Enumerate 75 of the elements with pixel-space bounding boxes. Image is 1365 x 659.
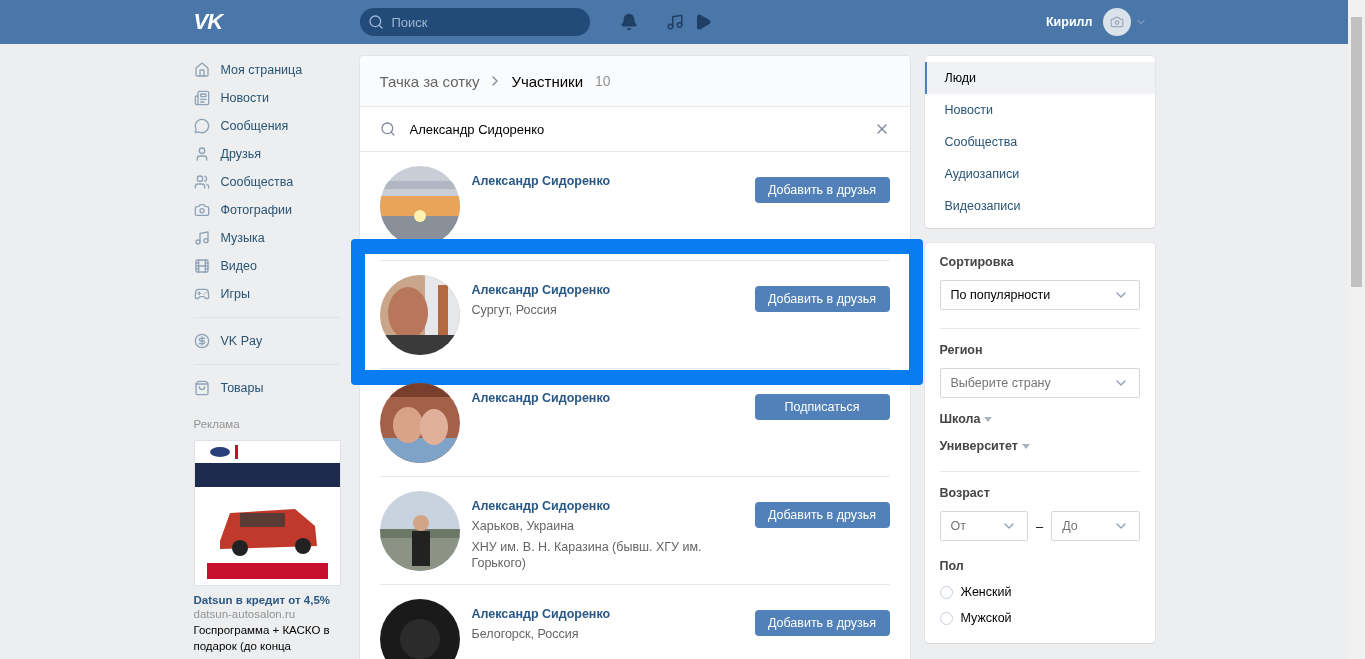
action-button[interactable]: Добавить в друзья xyxy=(754,610,890,636)
menu-item[interactable]: Видеозаписи xyxy=(924,190,1155,222)
breadcrumb-link[interactable]: Тачка за сотку xyxy=(379,72,480,90)
filter-label: Пол xyxy=(939,559,965,573)
filter-label: Сортировка xyxy=(939,255,1015,269)
person-detail: ХНУ им. В. Н. Каразина (бывш. ХГУ им. Горького) xyxy=(471,539,703,571)
nav-item[interactable]: Сообщества xyxy=(193,168,340,196)
ad-title[interactable]: Datsun в кредит от 4,5% xyxy=(193,594,340,606)
person-name[interactable]: Александр Сидоренко xyxy=(471,499,755,513)
nav-icon xyxy=(193,380,210,396)
action-button[interactable]: Добавить в друзья xyxy=(754,177,890,203)
age-from-select[interactable]: От xyxy=(939,511,1028,541)
person-name[interactable]: Александр Сидоренко xyxy=(471,283,755,297)
country-select[interactable]: Выберите страну xyxy=(939,368,1140,398)
avatar-icon[interactable] xyxy=(1102,8,1131,36)
caret-icon xyxy=(1021,443,1030,449)
nav-icon xyxy=(193,333,210,349)
bell-icon[interactable] xyxy=(619,13,638,31)
nav-icon xyxy=(193,202,210,218)
nav-item[interactable]: Видео xyxy=(193,252,340,280)
search-icon xyxy=(379,121,396,137)
person-detail: Сургут, Россия xyxy=(471,302,558,318)
nav-icon xyxy=(193,286,210,302)
logo[interactable]: VK xyxy=(193,9,360,35)
nav-item[interactable]: Друзья xyxy=(193,140,340,168)
menu-item[interactable]: Аудиозаписи xyxy=(924,158,1155,190)
search-icon xyxy=(367,14,384,30)
radio-button[interactable] xyxy=(939,585,953,599)
gender-option[interactable]: Мужской xyxy=(939,605,1140,631)
person-detail: Белогорск, Россия xyxy=(471,626,580,642)
page-title: Участники xyxy=(511,72,584,90)
person-detail: Харьков, Украина xyxy=(471,518,575,534)
action-button[interactable]: Подписаться xyxy=(754,394,890,420)
filter-label: Возраст xyxy=(939,486,991,500)
caret-icon xyxy=(984,416,993,422)
nav-icon xyxy=(193,90,210,106)
university-filter[interactable]: Университет xyxy=(939,439,1140,453)
sort-select[interactable]: По популярности xyxy=(939,280,1140,310)
nav-icon xyxy=(193,258,210,274)
person-name[interactable]: Александр Сидоренко xyxy=(471,607,755,621)
nav-item[interactable]: Фотографии xyxy=(193,196,340,224)
nav-icon xyxy=(193,118,210,134)
person-name[interactable]: Александр Сидоренко xyxy=(471,174,755,188)
music-note-icon[interactable] xyxy=(665,13,684,31)
radio-button[interactable] xyxy=(939,611,953,625)
filter-label: Регион xyxy=(939,343,984,357)
school-filter[interactable]: Школа xyxy=(939,412,1140,426)
ad-label: Реклама xyxy=(193,418,241,430)
nav-icon xyxy=(193,62,210,78)
user-name[interactable]: Кирилл xyxy=(1046,15,1093,29)
scrollbar[interactable] xyxy=(1348,0,1365,659)
dash: – xyxy=(1035,518,1044,534)
nav-item[interactable]: Новости xyxy=(193,84,340,112)
action-button[interactable]: Добавить в друзья xyxy=(754,286,890,312)
nav-item[interactable]: Музыка xyxy=(193,224,340,252)
person-name[interactable]: Александр Сидоренко xyxy=(471,391,755,405)
nav-icon xyxy=(193,230,210,246)
menu-item[interactable]: Сообщества xyxy=(924,126,1155,158)
gender-option[interactable]: Женский xyxy=(939,579,1140,605)
search-input[interactable]: Александр Сидоренко xyxy=(407,120,862,138)
search-field[interactable]: Поиск xyxy=(359,8,590,36)
age-to-select[interactable]: До xyxy=(1051,511,1140,541)
nav-icon xyxy=(193,174,210,190)
nav-item[interactable]: Сообщения xyxy=(193,112,340,140)
nav-item[interactable]: VK Pay xyxy=(193,327,340,355)
action-button[interactable]: Добавить в друзья xyxy=(754,502,890,528)
ad-domain: datsun-autosalon.ru xyxy=(193,608,297,620)
nav-item[interactable]: Игры xyxy=(193,280,340,308)
ad-text: Госпрограмма + КАСКО в подарок (до конца xyxy=(193,623,331,654)
nav-item[interactable]: Моя страница xyxy=(193,56,340,84)
member-count: 10 xyxy=(595,73,611,89)
menu-item[interactable]: Люди xyxy=(924,62,1155,94)
search-input[interactable]: Поиск xyxy=(389,13,574,31)
nav-item[interactable]: Товары xyxy=(193,374,340,402)
menu-item[interactable]: Новости xyxy=(924,94,1155,126)
